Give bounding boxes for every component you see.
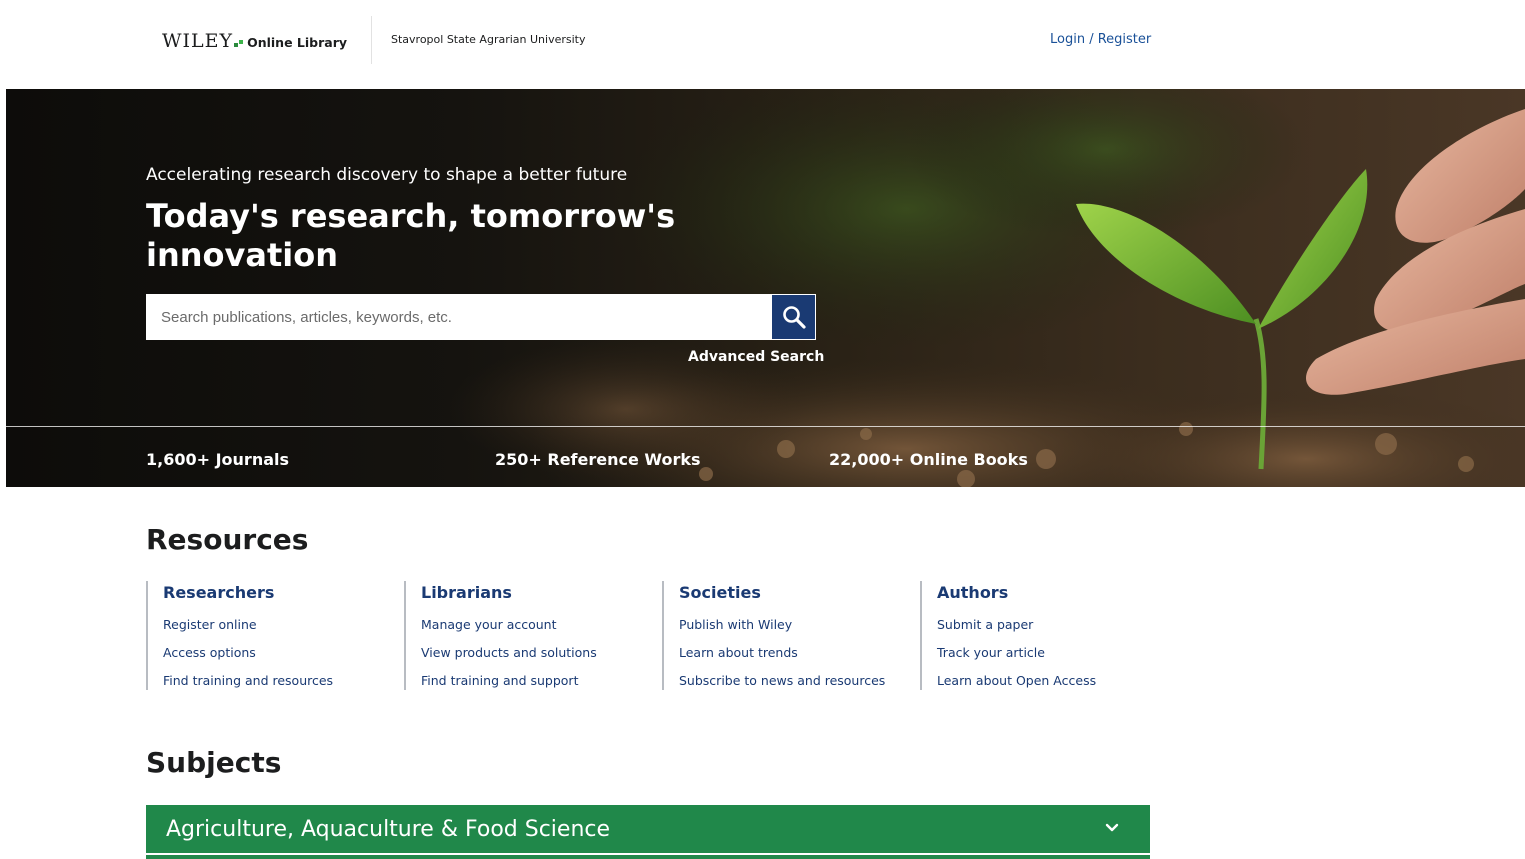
authors-heading-link[interactable]: Authors	[937, 583, 1160, 611]
subject-accordion-underline	[146, 855, 1150, 859]
journals-stat-link[interactable]: 1,600+ Journals	[146, 450, 289, 469]
search-icon	[782, 306, 806, 329]
hero-banner: Accelerating research discovery to shape…	[6, 89, 1525, 487]
resource-link[interactable]: Subscribe to news and resources	[679, 667, 902, 695]
login-register-link[interactable]: Login / Register	[1050, 32, 1151, 47]
resource-link[interactable]: Submit a paper	[937, 611, 1160, 639]
header-divider	[371, 16, 372, 64]
societies-heading-link[interactable]: Societies	[679, 583, 902, 611]
wiley-online-library-logo[interactable]: WILEY Online Library	[162, 30, 347, 52]
librarians-heading-link[interactable]: Librarians	[421, 583, 644, 611]
resources-column-societies: Societies Publish with Wiley Learn about…	[662, 581, 902, 690]
logo-mark-icon	[234, 37, 245, 47]
resources-column-librarians: Librarians Manage your account View prod…	[404, 581, 644, 690]
resources-column-authors: Authors Submit a paper Track your articl…	[920, 581, 1160, 690]
resource-link[interactable]: Learn about Open Access	[937, 667, 1160, 695]
search-button[interactable]	[771, 294, 816, 340]
subject-label: Agriculture, Aquaculture & Food Science	[166, 816, 611, 842]
resource-link[interactable]: Track your article	[937, 639, 1160, 667]
hero-divider	[6, 426, 1525, 427]
site-header: WILEY Online Library Stavropol State Agr…	[0, 0, 1525, 88]
resource-link[interactable]: Learn about trends	[679, 639, 902, 667]
resources-column-researchers: Researchers Register online Access optio…	[146, 581, 386, 690]
subject-accordion-agriculture[interactable]: Agriculture, Aquaculture & Food Science	[146, 805, 1150, 853]
subjects-heading: Subjects	[146, 746, 282, 779]
chevron-down-icon	[1105, 823, 1119, 832]
search-bar	[146, 294, 816, 340]
resource-link[interactable]: View products and solutions	[421, 639, 644, 667]
logo-wiley-text: WILEY	[162, 30, 234, 52]
resource-link[interactable]: Access options	[163, 639, 386, 667]
researchers-heading-link[interactable]: Researchers	[163, 583, 386, 611]
hero-background-image	[446, 89, 1525, 487]
hero-title: Today's research, tomorrow's innovation	[146, 197, 676, 274]
resources-heading: Resources	[146, 523, 309, 556]
resource-link[interactable]: Publish with Wiley	[679, 611, 902, 639]
advanced-search-link[interactable]: Advanced Search	[688, 349, 824, 365]
resource-link[interactable]: Find training and support	[421, 667, 644, 695]
resource-link[interactable]: Manage your account	[421, 611, 644, 639]
online-books-stat-link[interactable]: 22,000+ Online Books	[829, 450, 1028, 469]
hero-tagline: Accelerating research discovery to shape…	[146, 165, 628, 185]
reference-works-stat-link[interactable]: 250+ Reference Works	[495, 450, 701, 469]
institution-name: Stavropol State Agrarian University	[391, 33, 586, 46]
resource-link[interactable]: Register online	[163, 611, 386, 639]
search-input[interactable]	[146, 294, 771, 340]
resource-link[interactable]: Find training and resources	[163, 667, 386, 695]
logo-online-library-text: Online Library	[247, 35, 348, 50]
